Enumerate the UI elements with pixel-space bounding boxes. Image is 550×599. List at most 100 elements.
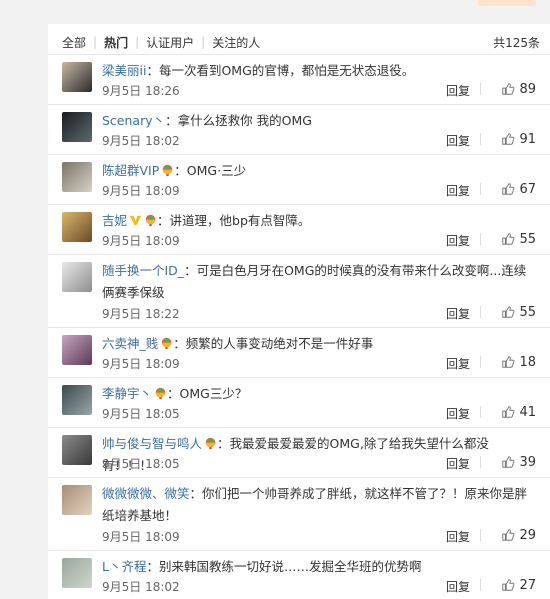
reply-button[interactable]: 回复 <box>446 182 470 199</box>
meta-divider <box>480 579 481 591</box>
comment-username[interactable]: Scenary丶 <box>102 113 165 128</box>
like-button[interactable]: 41 <box>488 404 536 420</box>
comment-text-line: 陈超群VIP ：OMG·三少 <box>102 160 536 182</box>
like-button[interactable]: 55 <box>488 231 536 247</box>
like-button[interactable]: 18 <box>488 354 536 370</box>
reply-button[interactable]: 回复 <box>446 82 470 99</box>
avatar[interactable] <box>62 435 92 465</box>
comment-meta: 9月5日 18:26 回复 89 <box>102 81 536 99</box>
like-button[interactable]: 39 <box>488 454 536 470</box>
like-count: 55 <box>519 231 536 247</box>
meta-divider <box>480 306 481 318</box>
comment-text-line: Scenary丶：拿什么拯救你 我的OMG <box>102 110 536 132</box>
avatar[interactable] <box>62 112 92 142</box>
comment-item: 六卖神_贱 ：频繁的人事变动绝对不是一件好事 9月5日 18:09 回复 18 <box>48 327 550 377</box>
comment-text-line: 六卖神_贱 ：频繁的人事变动绝对不是一件好事 <box>102 333 536 355</box>
comment-colon: ： <box>157 213 170 228</box>
like-button[interactable]: 27 <box>488 577 536 593</box>
comment-username[interactable]: 微微微微、微笑 <box>102 486 190 501</box>
comment-username[interactable]: 李静宇丶 <box>102 386 152 401</box>
thumbs-up-icon <box>501 232 519 246</box>
comment-username[interactable]: 吉妮 <box>102 213 127 228</box>
like-count: 29 <box>519 527 536 543</box>
avatar[interactable] <box>62 62 92 92</box>
comment-username[interactable]: 帅与俊与智与鸣人 <box>102 436 202 451</box>
meta-divider <box>480 133 481 145</box>
like-button[interactable]: 67 <box>488 181 536 197</box>
like-button[interactable]: 29 <box>488 527 536 543</box>
like-button[interactable]: 89 <box>488 81 536 97</box>
verified-v-icon <box>127 213 142 228</box>
comment-meta: 9月5日 18:09 回复 18 <box>102 354 536 372</box>
filter-all[interactable]: 全部 <box>62 34 86 51</box>
reply-button[interactable]: 回复 <box>446 132 470 149</box>
like-count: 55 <box>519 304 536 320</box>
comment-body: OMG三少？ <box>179 386 248 401</box>
comment-item: 陈超群VIP ：OMG·三少 9月5日 18:09 回复 67 <box>48 154 550 204</box>
reply-button[interactable]: 回复 <box>446 305 470 322</box>
comment-time: 9月5日 18:05 <box>102 457 180 471</box>
reply-button[interactable]: 回复 <box>446 528 470 545</box>
meta-divider <box>480 83 481 95</box>
comment-text-line: 梁美丽ii：每一次看到OMG的官博，都怕是无状态退役。 <box>102 60 536 82</box>
like-count: 67 <box>519 181 536 197</box>
comment-item: Scenary丶：拿什么拯救你 我的OMG 9月5日 18:02 回复 91 <box>48 104 550 154</box>
like-count: 91 <box>519 131 536 147</box>
filter-hot[interactable]: 热门 <box>104 34 128 51</box>
avatar[interactable] <box>62 485 92 515</box>
comment-item: 微微微微、微笑：你们把一个帅哥养成了胖纸，就这样不管了？！原来你是胖纸培养基地！… <box>48 477 550 550</box>
filter-following[interactable]: 关注的人 <box>212 34 260 51</box>
filter-separator: | <box>201 35 206 49</box>
top-button-edge[interactable] <box>478 0 536 6</box>
avatar[interactable] <box>62 335 92 365</box>
comment-body: 拿什么拯救你 我的OMG <box>177 113 312 128</box>
avatar[interactable] <box>62 212 92 242</box>
comment-meta: 9月5日 18:05 回复 39 <box>102 454 536 472</box>
comment-body: 频繁的人事变动绝对不是一件好事 <box>185 336 374 351</box>
comment-username[interactable]: 随手换一个ID_ <box>102 263 184 278</box>
comment-username[interactable]: 陈超群VIP <box>102 163 159 178</box>
comment-colon: ： <box>146 559 159 574</box>
avatar[interactable] <box>62 558 92 588</box>
reply-button[interactable]: 回复 <box>446 232 470 249</box>
comment-colon: ： <box>173 336 186 351</box>
avatar[interactable] <box>62 162 92 192</box>
comment-time: 9月5日 18:09 <box>102 234 180 248</box>
comment-text-line: 微微微微、微笑：你们把一个帅哥养成了胖纸，就这样不管了？！原来你是胖纸培养基地！ <box>102 483 536 527</box>
filter-verified[interactable]: 认证用户 <box>146 34 194 51</box>
reply-button[interactable]: 回复 <box>446 578 470 595</box>
like-button[interactable]: 91 <box>488 131 536 147</box>
comment-time: 9月5日 18:22 <box>102 307 180 321</box>
comment-meta: 9月5日 18:05 回复 41 <box>102 404 536 422</box>
reply-button[interactable]: 回复 <box>446 355 470 372</box>
thumbs-up-icon <box>501 528 519 542</box>
comment-colon: ： <box>146 63 159 78</box>
comment-body: OMG·三少 <box>186 163 247 178</box>
comment-colon: ： <box>165 113 178 128</box>
comment-meta: 9月5日 18:02 回复 27 <box>102 577 536 595</box>
reply-button[interactable]: 回复 <box>446 455 470 472</box>
meta-divider <box>480 356 481 368</box>
comment-item: 梁美丽ii：每一次看到OMG的官博，都怕是无状态退役。 9月5日 18:26 回复 8… <box>48 54 550 104</box>
comment-username[interactable]: 六卖神_贱 <box>102 336 158 351</box>
thumbs-up-icon <box>501 455 519 469</box>
like-count: 89 <box>519 81 536 97</box>
thumbs-up-icon <box>501 182 519 196</box>
comment-time: 9月5日 18:05 <box>102 407 180 421</box>
comment-username[interactable]: 梁美丽ii <box>102 63 146 78</box>
meta-divider <box>480 529 481 541</box>
thumbs-up-icon <box>501 405 519 419</box>
comment-body: 别来韩国教练一切好说……发掘全华班的优势啊 <box>158 559 422 574</box>
avatar[interactable] <box>62 385 92 415</box>
like-count: 41 <box>519 404 536 420</box>
comment-meta: 9月5日 18:22 回复 55 <box>102 304 536 322</box>
thumbs-up-icon <box>501 305 519 319</box>
like-button[interactable]: 55 <box>488 304 536 320</box>
avatar[interactable] <box>62 262 92 292</box>
comment-item: L丶齐程：别来韩国教练一切好说……发掘全华班的优势啊 9月5日 18:02 回复 27 <box>48 550 550 599</box>
comment-username[interactable]: L丶齐程 <box>102 559 146 574</box>
comment-time: 9月5日 18:09 <box>102 357 180 371</box>
reply-button[interactable]: 回复 <box>446 405 470 422</box>
comment-time: 9月5日 18:09 <box>102 530 180 544</box>
meta-divider <box>480 406 481 418</box>
